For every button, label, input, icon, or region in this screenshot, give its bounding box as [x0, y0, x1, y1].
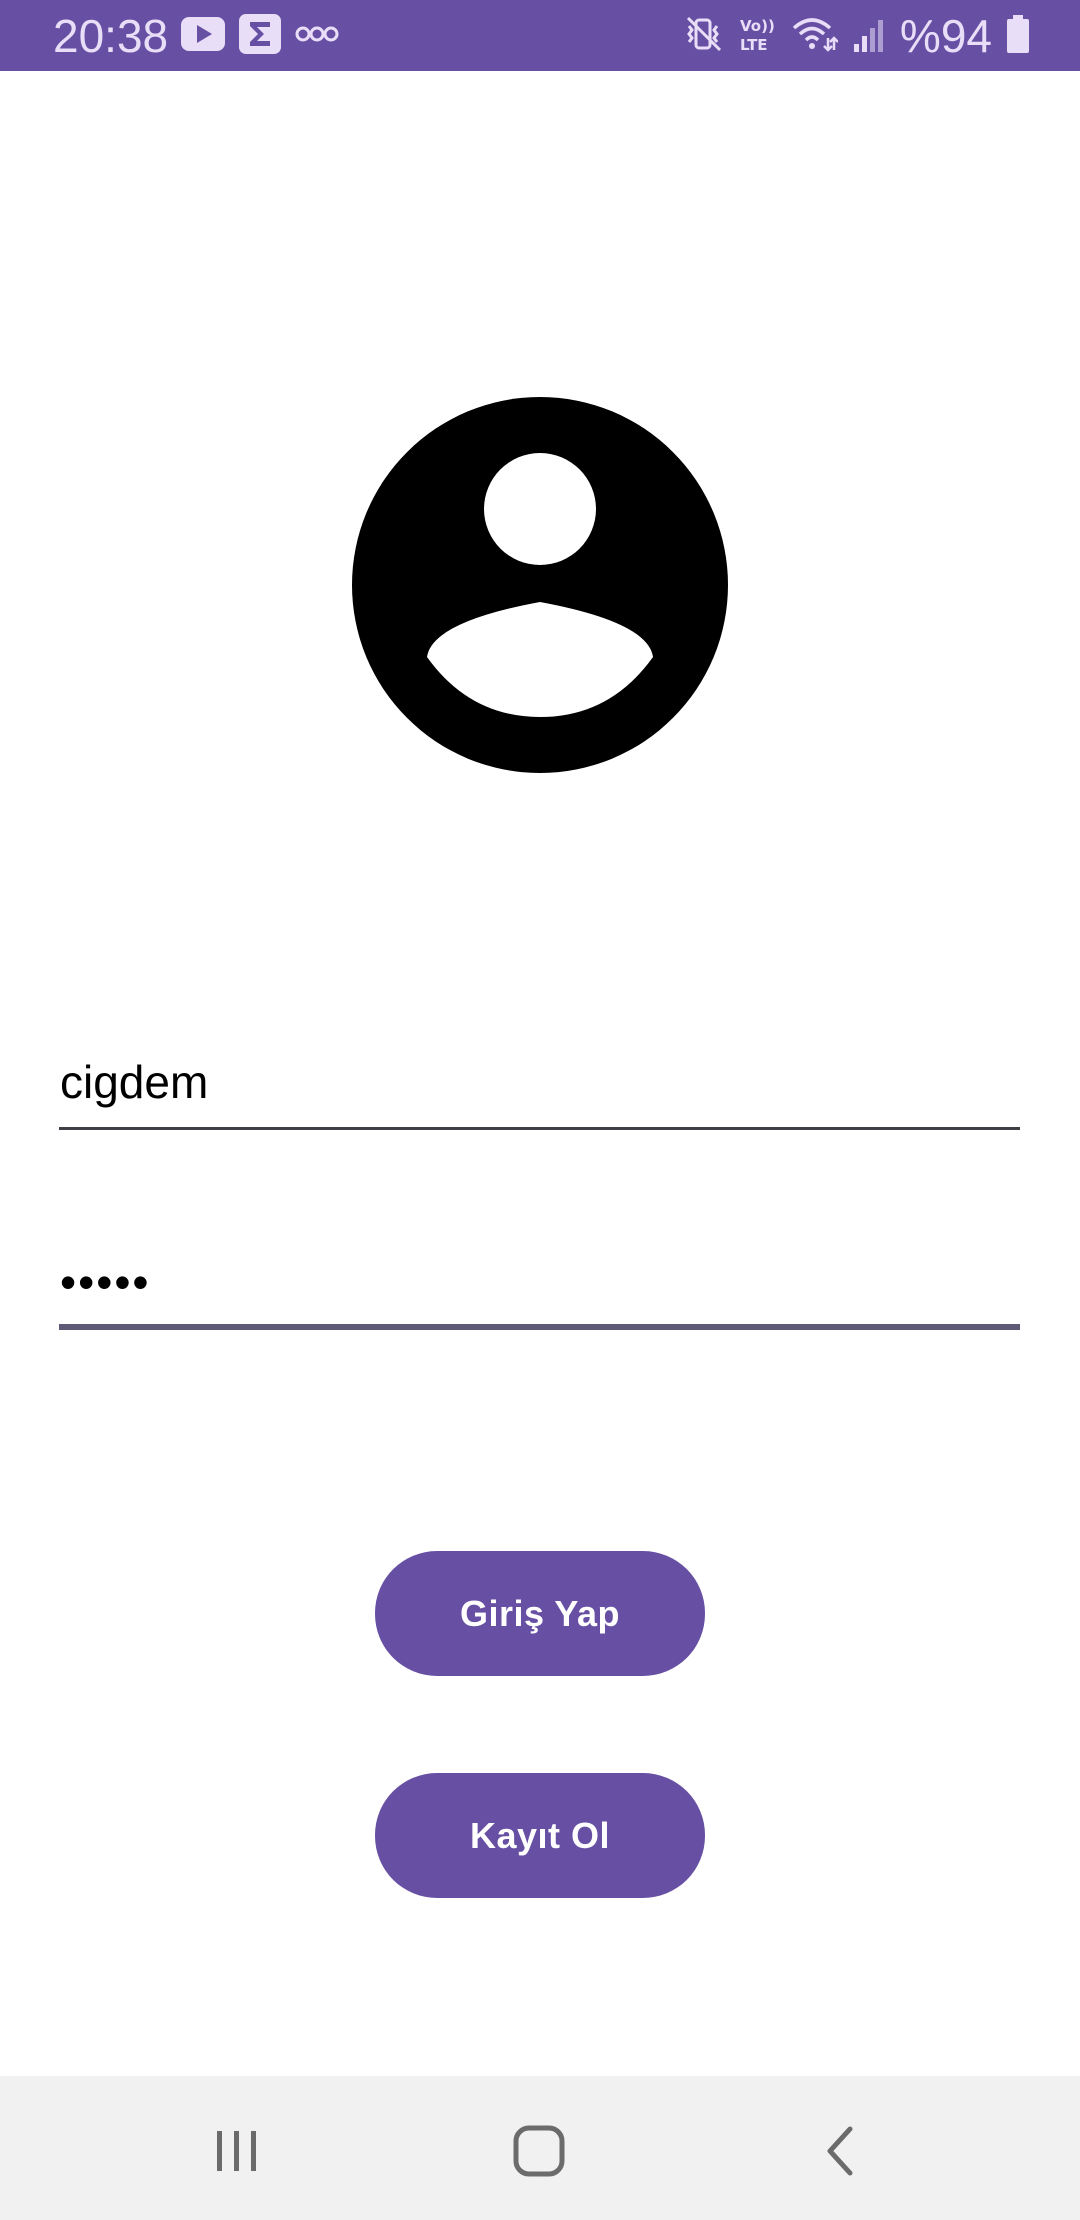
signal-icon [852, 14, 886, 59]
recent-apps-icon[interactable] [192, 2106, 282, 2196]
svg-text:Vo)): Vo)) [740, 17, 775, 35]
status-time: 20:38 [53, 10, 169, 62]
username-value: cigdem [60, 1056, 209, 1108]
voicemail-icon [295, 24, 339, 49]
youtube-icon [181, 16, 225, 56]
status-bar: 20:38 Vo)) LTE %94 [0, 0, 1080, 71]
username-field[interactable]: cigdem [59, 1040, 1020, 1130]
notification-icons [181, 13, 339, 59]
volte-icon: Vo)) LTE [738, 14, 776, 59]
navigation-bar [0, 2076, 1080, 2220]
password-underline [59, 1324, 1020, 1330]
password-value: ••••• [60, 1256, 151, 1308]
register-button[interactable]: Kayıt Ol [375, 1773, 705, 1898]
login-screen: 20:38 Vo)) LTE %94 cigdem ••••• Giriş Ya… [0, 0, 1080, 2220]
account-circle-icon [352, 397, 728, 773]
username-underline [59, 1127, 1020, 1130]
battery-percent: %94 [899, 10, 992, 62]
password-field[interactable]: ••••• [59, 1230, 1020, 1330]
svg-text:LTE: LTE [740, 36, 768, 54]
home-icon[interactable] [494, 2106, 584, 2196]
mute-vibrate-icon [684, 14, 724, 59]
back-icon[interactable] [797, 2106, 887, 2196]
login-button[interactable]: Giriş Yap [375, 1551, 705, 1676]
system-status-icons: Vo)) LTE %94 [684, 12, 1030, 60]
battery-icon [1006, 14, 1030, 59]
wifi-icon [790, 14, 839, 59]
sigma-app-icon [239, 13, 281, 59]
